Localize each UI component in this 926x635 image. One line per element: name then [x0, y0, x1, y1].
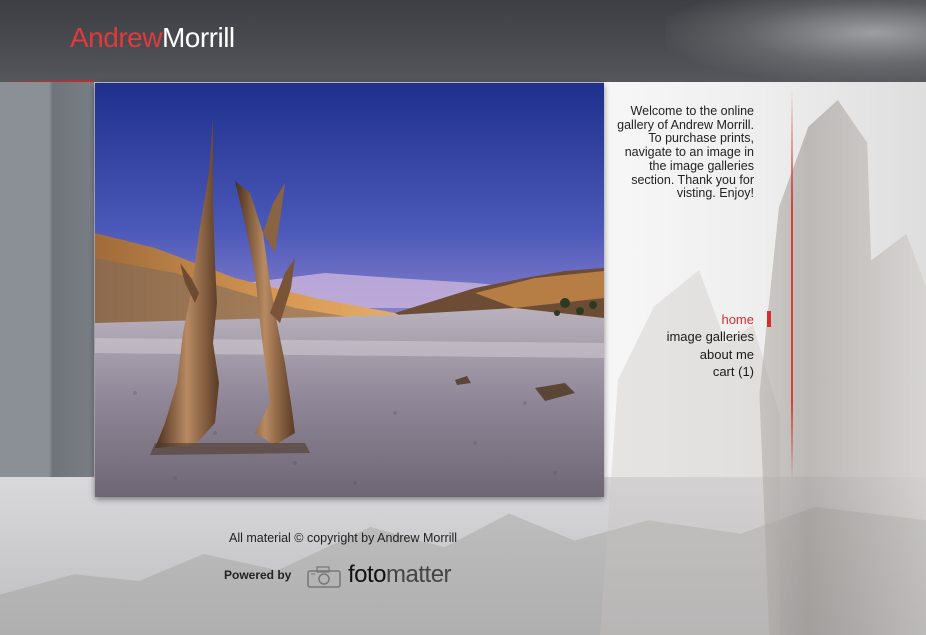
fotomatter-wordmark: fotomatter — [348, 561, 452, 589]
site-header: AndrewMorrill — [0, 0, 926, 82]
active-nav-marker — [767, 311, 771, 327]
powered-by-label: Powered by — [224, 568, 292, 582]
nav-item-about-me[interactable]: about me — [600, 346, 754, 363]
logo-last-name: Morrill — [161, 22, 235, 53]
fotomatter-logo[interactable]: fotomatter — [306, 561, 481, 591]
camera-icon — [307, 566, 341, 588]
nav-item-cart[interactable]: cart (1) — [600, 363, 754, 380]
featured-photo[interactable] — [95, 83, 604, 497]
brand-matter: matter — [386, 561, 452, 588]
main-nav: home image galleries about me cart (1) — [600, 311, 754, 380]
brand-foto: foto — [348, 561, 387, 588]
nav-item-image-galleries[interactable]: image galleries — [600, 328, 754, 345]
welcome-text: Welcome to the online gallery of Andrew … — [617, 104, 754, 201]
featured-photo-image — [95, 83, 604, 497]
logo-first-name: Andrew — [70, 22, 162, 53]
copyright-text: All material © copyright by Andrew Morri… — [229, 531, 458, 545]
left-backdrop — [0, 82, 94, 477]
site-logo[interactable]: AndrewMorrill — [70, 22, 235, 54]
panel-divider-line — [791, 90, 793, 480]
nav-item-home[interactable]: home — [600, 311, 754, 328]
